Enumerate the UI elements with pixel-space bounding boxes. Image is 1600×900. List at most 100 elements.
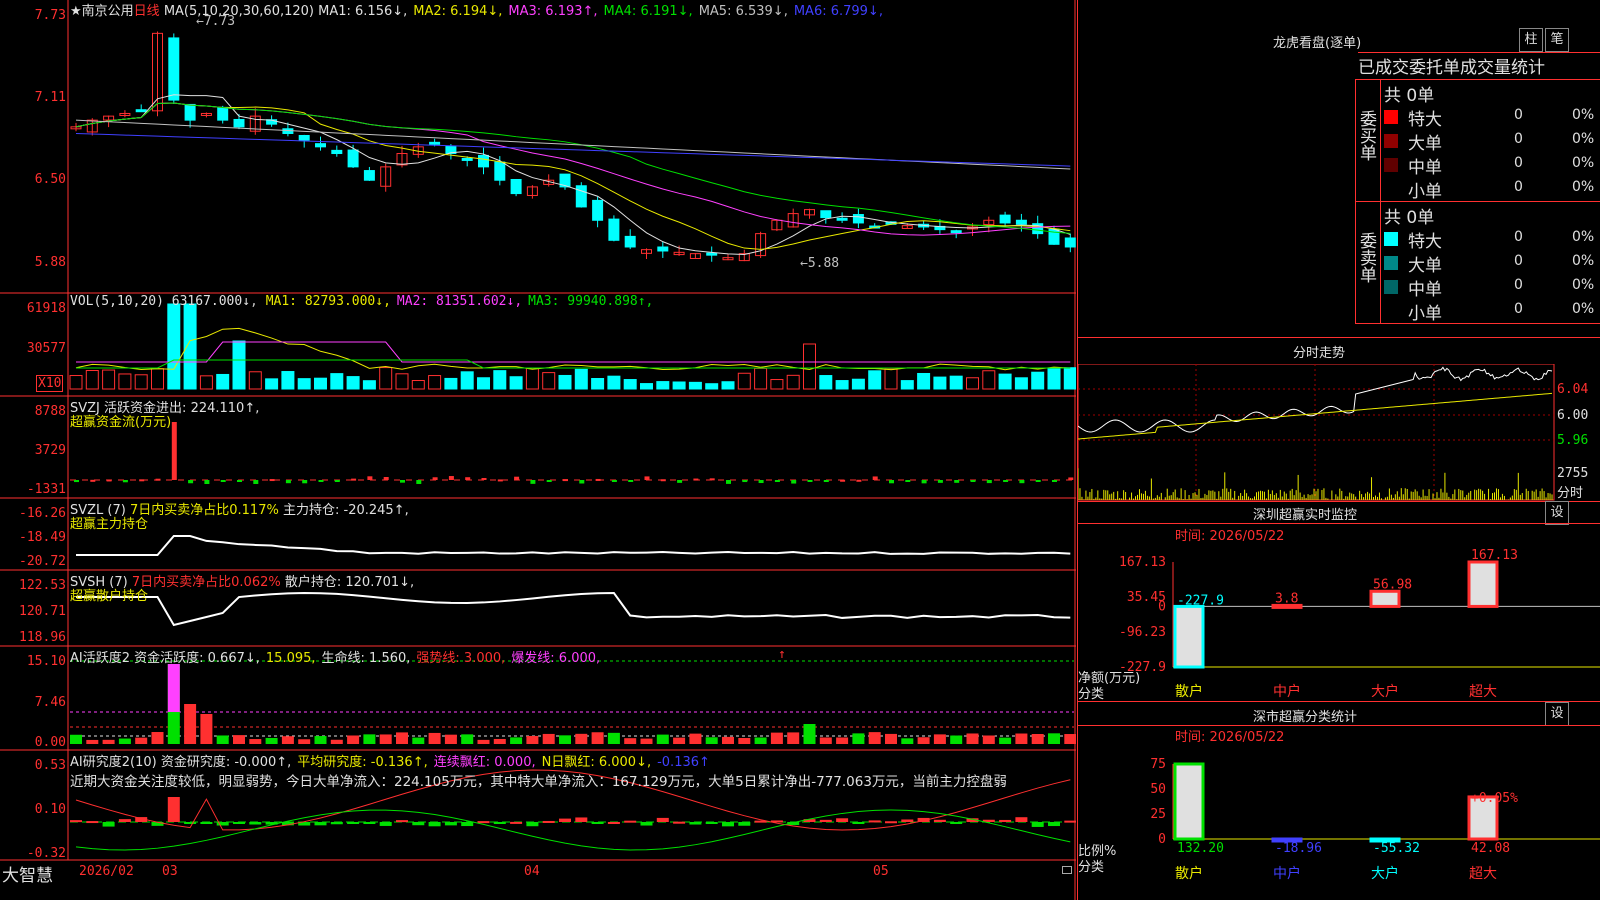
activity-bar (738, 738, 751, 744)
sell-pct: 0% (1572, 301, 1595, 317)
intraday-chart[interactable] (1078, 364, 1600, 501)
volume-bar (868, 370, 882, 390)
tab-volume[interactable]: 成交量 (1460, 58, 1511, 78)
category-label: 中户 (1273, 683, 1301, 700)
activity-bar (868, 732, 881, 744)
price-axis-2: 7.11 (34, 90, 66, 105)
buy-label: 中单 (1408, 158, 1442, 178)
ai-item-4: 爆发线: 6.000, (511, 651, 601, 666)
bar-mode-button[interactable]: 柱 (1519, 28, 1543, 52)
volume-bar (118, 373, 132, 390)
category-label: 散户 (1175, 683, 1203, 700)
buy-swatch (1384, 110, 1398, 124)
volume-bar (265, 378, 279, 390)
activity-bar (347, 735, 360, 744)
chart-area[interactable]: ★南京公用日线 MA(5,10,20,30,60,120) MA1: 6.156… (0, 0, 1076, 900)
pen-mode-button[interactable]: 笔 (1545, 28, 1569, 52)
research-bar (950, 822, 963, 824)
volume-bar (395, 373, 409, 390)
flow-bar (171, 422, 177, 480)
svzl-label: 主力持仓: (282, 503, 340, 518)
low-price-label: ←5.88 (800, 256, 840, 271)
activity-bar (591, 732, 604, 744)
tab-orders[interactable]: 委托单 (1409, 58, 1460, 78)
candle-body (836, 217, 848, 221)
flow-bar (139, 479, 145, 482)
activity-bar (722, 736, 734, 744)
candle-body (510, 178, 522, 195)
research-bar (1048, 822, 1060, 827)
flow-bar (400, 480, 405, 483)
research-bar (396, 820, 408, 823)
flow-bar (579, 480, 585, 484)
volume-bar (721, 381, 735, 390)
stats-chart: 75 50 25 0 132.20 散户 -18.96 中户 -55.32 大户 42.08 超大 +0… (1150, 757, 1600, 882)
activity-bar (118, 738, 131, 744)
sell-row: 中单 0 0% (1384, 275, 1600, 300)
activity-bar (86, 739, 99, 744)
vol-ma-line (76, 359, 1071, 369)
flow-bar (465, 477, 471, 480)
intraday-axis-3: 5.96 (1557, 433, 1589, 448)
candle-body (575, 185, 587, 208)
candle-body (429, 141, 441, 145)
research-bar (673, 821, 686, 824)
volume-bar (85, 369, 99, 390)
category-bar-value: -55.32 (1373, 841, 1420, 856)
candle-body (135, 109, 147, 113)
flow-bar (595, 478, 601, 481)
stats-settings-button[interactable]: 设 (1545, 702, 1569, 726)
research-bar (233, 822, 245, 824)
tab-stats[interactable]: 统计 (1511, 58, 1545, 78)
volume-bar (330, 373, 344, 390)
sell-orders-label: 委卖单 (1356, 232, 1376, 283)
research-bar (86, 821, 99, 824)
sell-label: 特大 (1408, 232, 1442, 252)
activity-bar (151, 732, 164, 744)
flow-bar (432, 477, 438, 480)
flow-bar (823, 480, 829, 482)
activity-bar (754, 737, 767, 744)
flow-bar (302, 480, 308, 484)
activity-bar (559, 735, 571, 744)
buy-label: 大单 (1408, 134, 1442, 154)
svsh-value: 120.701↓, (345, 575, 415, 590)
svsh-axis-3: 118.96 (19, 630, 66, 645)
candle-body (852, 214, 864, 224)
research-bar (559, 818, 571, 822)
flow-bar (448, 476, 454, 480)
candle-body (347, 149, 359, 168)
monitor-settings-button[interactable]: 设 (1545, 501, 1569, 525)
candle-body (184, 103, 196, 121)
research-bar (70, 820, 82, 823)
monitor-title: 深圳超赢实时监控 (1253, 508, 1358, 523)
main-position-line (76, 535, 1071, 556)
research-bar (575, 817, 588, 822)
volume-bar (248, 371, 262, 390)
activity-bar (510, 737, 523, 744)
research-bar (444, 822, 457, 826)
buy-swatch (1384, 134, 1398, 148)
volume-bar (591, 378, 605, 390)
tab-filled[interactable]: 已成交 (1358, 58, 1409, 78)
category-label: 大户 (1371, 683, 1399, 700)
high-price-label: ←7.73 (196, 14, 236, 29)
activity-bar (1048, 733, 1060, 744)
vol-ma-line (76, 341, 1071, 363)
volume-bar (167, 303, 181, 390)
candle-body (494, 161, 506, 181)
period-label[interactable]: 日线 (134, 4, 160, 19)
volume-bar (183, 303, 197, 390)
ma-item-0: MA1: 6.156↓, (318, 4, 408, 19)
volume-bar (362, 380, 376, 390)
activity-bar (950, 735, 963, 744)
activity-bar (787, 732, 800, 744)
chart-axis-label: 50 (1150, 782, 1166, 797)
lock-icon[interactable] (1062, 866, 1072, 874)
ai-title: AI活跃度2 (70, 651, 130, 666)
ma-item-2: MA3: 6.193↑, (508, 4, 598, 19)
category-label: 散户 (1175, 865, 1203, 882)
ma-items: MA1: 6.156↓, MA2: 6.194↓, MA3: 6.193↑, MA4:… (318, 4, 889, 19)
research-bar (493, 822, 506, 824)
candle-body (315, 143, 326, 148)
